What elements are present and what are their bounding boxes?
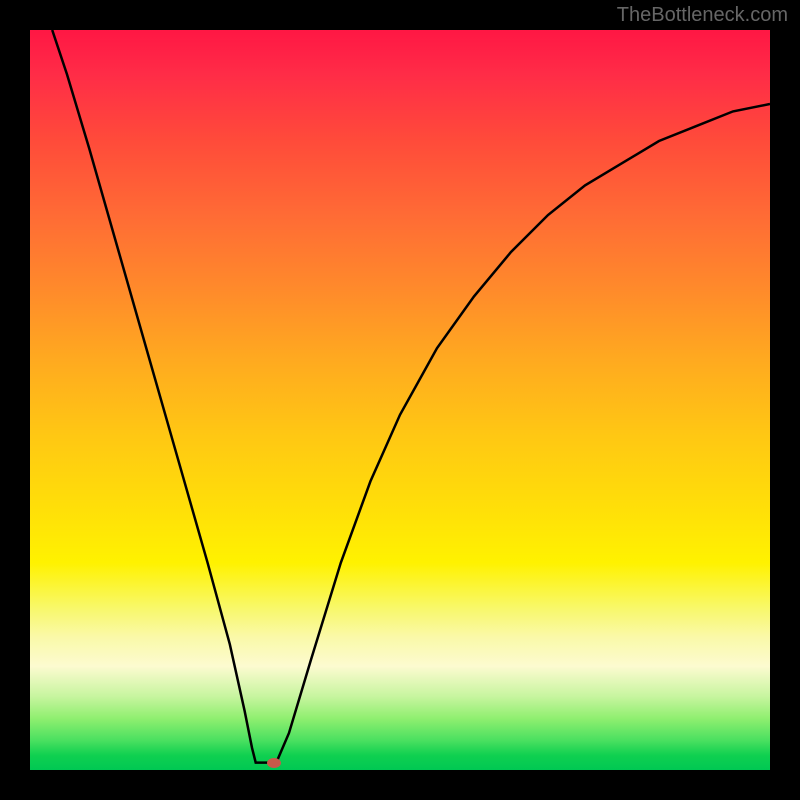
- optimal-point-marker: [267, 758, 281, 768]
- bottleneck-curve: [52, 30, 770, 763]
- curve-svg: [30, 30, 770, 770]
- watermark-text: TheBottleneck.com: [617, 4, 788, 27]
- plot-area: [30, 30, 770, 770]
